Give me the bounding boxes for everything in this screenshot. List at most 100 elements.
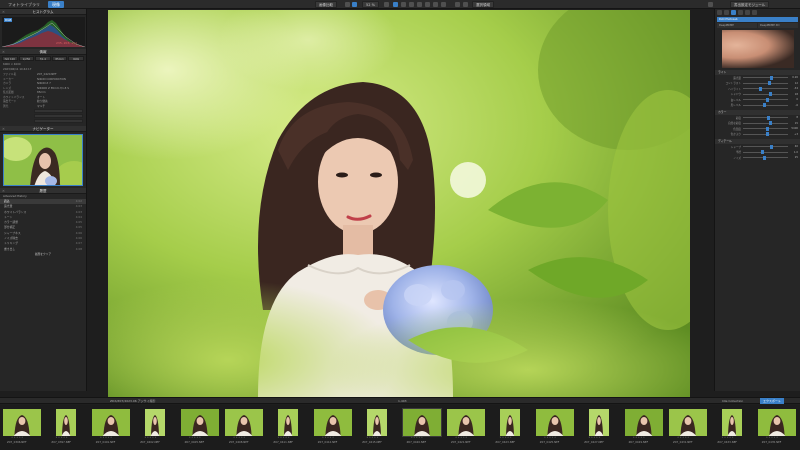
slider-track[interactable]: [743, 97, 788, 102]
filmstrip-thumbnail[interactable]: [224, 408, 264, 437]
collection-filter[interactable]: Idle Collection: [722, 399, 743, 403]
rating-stars[interactable]: ★★★★★: [55, 436, 68, 439]
slider-track[interactable]: [743, 121, 788, 126]
slider-value[interactable]: 40: [788, 145, 798, 148]
slider-value[interactable]: 1.0: [788, 151, 798, 154]
slider-track[interactable]: [743, 103, 788, 108]
meta-input[interactable]: [34, 119, 83, 123]
slider-knob[interactable]: [763, 155, 767, 160]
filmstrip-thumbnail[interactable]: [180, 408, 220, 437]
filmstrip-thumbnail[interactable]: [624, 408, 664, 437]
hand-icon[interactable]: [352, 2, 357, 7]
slider-value[interactable]: 18: [788, 93, 798, 96]
rating-stars[interactable]: ★★★★★: [411, 436, 424, 439]
adjust-slider[interactable]: 黒レベル -6: [715, 103, 800, 109]
filmstrip-thumbnail[interactable]: [313, 408, 353, 437]
slider-value[interactable]: 0: [788, 98, 798, 101]
tab-edit[interactable]: 現像: [48, 1, 64, 8]
slider-track[interactable]: [743, 126, 788, 131]
slider-value[interactable]: -6: [788, 104, 798, 107]
before-after-icon[interactable]: [441, 2, 446, 7]
slider-value[interactable]: 15: [788, 122, 798, 125]
slider-track[interactable]: [743, 115, 788, 120]
filmstrip-thumbnail[interactable]: [277, 408, 299, 437]
rating-stars[interactable]: ★★★★★: [455, 436, 468, 439]
slider-value[interactable]: +3: [788, 133, 798, 136]
local-icon[interactable]: [745, 10, 750, 15]
color-icon[interactable]: [724, 10, 729, 15]
denoise-tab-xd[interactable]: DeepPRIME XD: [758, 23, 798, 28]
slider-value[interactable]: 12: [788, 82, 798, 85]
rating-stars[interactable]: ★★★★★: [366, 436, 379, 439]
rating-stars[interactable]: ★★★★★: [322, 436, 335, 439]
light-icon[interactable]: [717, 10, 722, 15]
collapse-icon[interactable]: ✕: [2, 49, 5, 55]
tab-library[interactable]: フォトライブラリ: [4, 1, 44, 8]
info-header[interactable]: ✕ 情報: [0, 49, 86, 55]
compare-button[interactable]: 画像比較: [315, 1, 337, 8]
filmstrip-thumbnail[interactable]: [535, 408, 575, 437]
crop-icon[interactable]: [345, 2, 350, 7]
filmstrip-thumbnail[interactable]: [757, 408, 797, 437]
perspective-icon[interactable]: [409, 2, 414, 7]
filmstrip-thumbnail[interactable]: [366, 408, 388, 437]
adjust-slider[interactable]: ノイズ 25: [715, 155, 800, 161]
denoise-tab-prime[interactable]: DeepPRIME: [717, 23, 757, 28]
filmstrip-thumbnail[interactable]: [2, 408, 42, 437]
histogram-rgb-tab[interactable]: RGB: [4, 18, 13, 22]
rating-stars[interactable]: ★★★★★: [11, 436, 24, 439]
export-button[interactable]: エクスポート: [760, 398, 784, 404]
slider-knob[interactable]: [758, 86, 762, 91]
slider-track[interactable]: [743, 81, 788, 86]
undo-icon[interactable]: [455, 2, 460, 7]
rating-stars[interactable]: ★★★★★: [721, 436, 734, 439]
slider-value[interactable]: 5400: [788, 127, 798, 130]
watermark-icon[interactable]: [752, 10, 757, 15]
filmstrip-thumbnail[interactable]: [446, 408, 486, 437]
slider-value[interactable]: 8: [788, 116, 798, 119]
slider-value[interactable]: 0.20: [788, 76, 798, 79]
slider-track[interactable]: [743, 155, 788, 160]
collapse-icon[interactable]: ✕: [2, 9, 5, 15]
rating-stars[interactable]: ★★★★★: [277, 436, 290, 439]
filmstrip-thumbnail[interactable]: [91, 408, 131, 437]
filmstrip-thumbnail[interactable]: [401, 408, 442, 437]
mask-icon[interactable]: [433, 2, 438, 7]
slider-knob[interactable]: [767, 81, 771, 86]
navigator-header[interactable]: ✕ ナビゲーター: [0, 126, 86, 132]
horizon-icon[interactable]: [401, 2, 406, 7]
rating-stars[interactable]: ★★★★★: [233, 436, 246, 439]
rating-stars[interactable]: ★★★★★: [100, 436, 113, 439]
geometry-icon[interactable]: [738, 10, 743, 15]
slider-knob[interactable]: [770, 144, 773, 149]
slider-track[interactable]: [743, 92, 788, 97]
export-setting-button[interactable]: 書出設定モジュール: [730, 1, 770, 8]
collapse-icon[interactable]: ✕: [2, 126, 5, 132]
image-viewer[interactable]: [108, 10, 690, 397]
clear-history-button[interactable]: 履歴をクリア: [35, 252, 51, 257]
filmstrip-thumbnail[interactable]: [721, 408, 743, 437]
slider-knob[interactable]: [765, 97, 769, 102]
rating-stars[interactable]: ★★★★★: [544, 436, 557, 439]
redeye-icon[interactable]: [425, 2, 430, 7]
rating-stars[interactable]: ★★★★★: [677, 436, 690, 439]
zoom-select[interactable]: 52 %: [362, 1, 379, 8]
menu-icon[interactable]: [708, 2, 713, 7]
meta-input[interactable]: [34, 114, 83, 118]
adjust-slider[interactable]: 色かぶり +3: [715, 132, 800, 138]
rating-stars[interactable]: ★★★★★: [499, 436, 512, 439]
slider-track[interactable]: [743, 86, 788, 91]
slider-knob[interactable]: [766, 126, 770, 131]
history-header[interactable]: ✕ 履歴: [0, 188, 86, 194]
histogram-header[interactable]: ✕ ヒストグラム: [0, 9, 86, 15]
meta-input[interactable]: [34, 109, 83, 113]
navigator-thumbnail[interactable]: [3, 134, 83, 186]
slider-knob[interactable]: [763, 103, 767, 108]
rating-stars[interactable]: ★★★★★: [766, 436, 779, 439]
filmstrip-thumbnail[interactable]: [144, 408, 166, 437]
slider-knob[interactable]: [765, 132, 769, 137]
slider-knob[interactable]: [767, 115, 771, 120]
slider-knob[interactable]: [761, 150, 764, 155]
detail-icon[interactable]: [731, 10, 736, 15]
slider-track[interactable]: [743, 132, 788, 137]
